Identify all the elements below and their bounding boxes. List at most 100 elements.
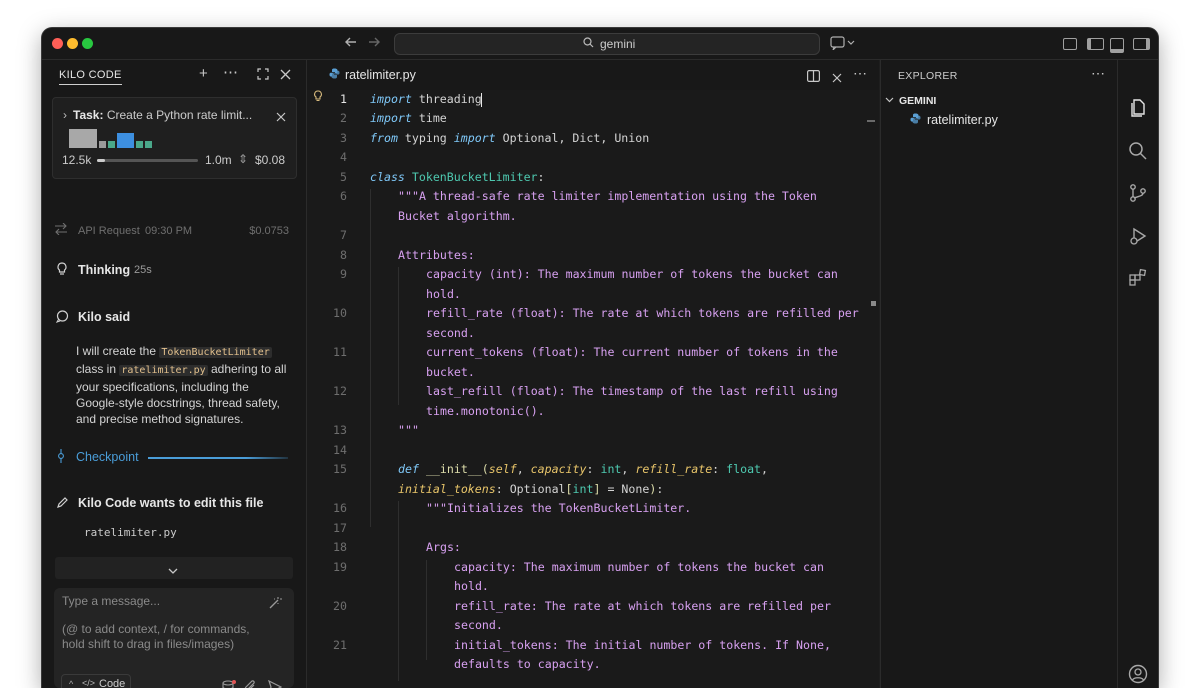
code-line: hold. [454,579,489,593]
indent-guide [426,560,427,660]
thinking-duration: 25s [134,264,152,276]
database-icon[interactable] [222,680,236,688]
mode-selector[interactable]: ^ </> Code [61,674,131,688]
checkpoint-icon [57,449,65,466]
code-line: from typing import Optional, Dict, Union [370,131,650,145]
file-ratelimiter[interactable]: ratelimiter.py [910,113,998,127]
chat-toggle-icon[interactable] [830,36,856,54]
code-line: initial_tokens: Optional[int] = None): [398,482,664,496]
task-header: › Task: Create a Python rate limit... [63,108,252,122]
task-cost: $0.08 [255,153,286,167]
code-line: class TokenBucketLimiter: [370,170,545,184]
task-label: Task: [73,108,104,122]
toggle-panel-icon[interactable] [1110,38,1124,53]
enhance-prompt-icon[interactable] [268,596,282,615]
indent-guide [398,501,399,681]
exchange-arrows-icon [54,222,68,238]
checkpoint-line [148,457,288,459]
send-icon[interactable] [267,679,283,688]
code-line: time.monotonic(). [426,404,545,418]
line-number: 14 [333,443,347,457]
code-line: """ [398,423,419,437]
fullscreen-icon[interactable] [257,68,269,84]
line-number: 10 [333,306,347,320]
code-line: capacity (int): The maximum number of to… [426,267,838,281]
python-file-icon [910,113,921,127]
speech-bubble-icon [55,310,69,326]
chevron-right-icon[interactable]: › [63,108,67,122]
code-editor: ratelimiter.py ⋯ 1 2 3 4 5 6 7 8 9 10 11… [307,60,879,688]
line-number: 5 [340,170,347,184]
scroll-marker [867,120,875,122]
app-window: gemini KILO CODE + ⋯ › Task: Create a Pyt… [42,28,1158,688]
line-number: 1 [340,92,347,106]
more-icon[interactable]: ⋯ [223,65,238,81]
expand-button[interactable] [55,557,293,579]
line-number: 6 [340,189,347,203]
account-icon[interactable] [1128,664,1148,684]
code-line: second. [426,326,475,340]
api-request-time: 09:30 PM [145,225,193,237]
context-bar [145,141,152,148]
close-tab-icon[interactable] [832,70,842,88]
back-arrow-icon[interactable] [344,35,358,53]
code-line: Bucket algorithm. [398,209,517,223]
code-line: current_tokens (float): The current numb… [426,345,838,359]
explorer-more-icon[interactable]: ⋯ [1091,65,1105,82]
explorer-title: EXPLORER [898,70,958,82]
checkpoint-label[interactable]: Checkpoint [76,450,139,464]
files-icon[interactable] [1128,98,1148,118]
class-name-chip: TokenBucketLimiter [159,347,272,358]
minimize-window-button[interactable] [67,38,78,49]
line-number: 8 [340,248,347,262]
context-bar [117,133,134,148]
context-bar [99,141,106,148]
line-number: 21 [333,638,347,652]
line-number: 12 [333,384,347,398]
search-icon[interactable] [1128,141,1148,161]
toggle-secondary-sidebar-icon[interactable] [1133,38,1150,50]
indent-guide [370,189,371,527]
split-editor-icon[interactable] [807,69,821,87]
customize-layout-icon[interactable] [1063,38,1077,50]
task-text: Create a Python rate limit... [106,108,253,122]
edit-request-label: Kilo Code wants to edit this file [78,496,264,510]
toggle-primary-sidebar-icon[interactable] [1087,38,1104,50]
extensions-icon[interactable] [1128,268,1148,288]
editor-more-icon[interactable]: ⋯ [853,65,867,82]
maximize-window-button[interactable] [82,38,93,49]
line-number: 9 [340,267,347,281]
folder-gemini[interactable]: GEMINI [885,95,936,107]
command-center-search[interactable]: gemini [394,33,820,55]
kilo-code-panel: KILO CODE + ⋯ › Task: Create a Python rat… [42,60,307,688]
message-input[interactable]: Type a message... (@ to add context, / f… [54,588,294,688]
context-bar [69,129,97,148]
line-number: 4 [340,150,347,164]
attachment-icon[interactable] [244,680,258,688]
thinking-label[interactable]: Thinking [78,263,130,277]
code-line: hold. [426,287,461,301]
close-task-icon[interactable] [276,109,286,127]
source-control-icon[interactable] [1128,183,1148,203]
scroll-marker [871,301,876,306]
code-line: capacity: The maximum number of tokens t… [454,560,824,574]
mode-label: Code [99,678,126,688]
close-window-button[interactable] [52,38,63,49]
code-area[interactable]: 1 2 3 4 5 6 7 8 9 10 11 12 13 14 15 16 1… [307,90,879,688]
code-line: second. [454,618,503,632]
edit-file-name[interactable]: ratelimiter.py [84,526,177,539]
task-card[interactable]: › Task: Create a Python rate limit... 12.… [52,97,297,179]
line-number: 18 [333,540,347,554]
plus-icon[interactable]: + [199,66,208,82]
context-progress-bar [97,159,198,162]
code-line: """A thread-safe rate limiter implementa… [398,189,817,203]
close-icon[interactable] [280,68,291,84]
compress-icon[interactable]: ⇕ [238,152,248,166]
run-debug-icon[interactable] [1128,226,1148,246]
context-bar [108,141,115,148]
code-line: Attributes: [398,248,475,262]
tab-ratelimiter[interactable]: ratelimiter.py [307,60,428,90]
activity-bar [1117,60,1158,688]
text-cursor [481,93,482,107]
forward-arrow-icon[interactable] [367,35,381,53]
